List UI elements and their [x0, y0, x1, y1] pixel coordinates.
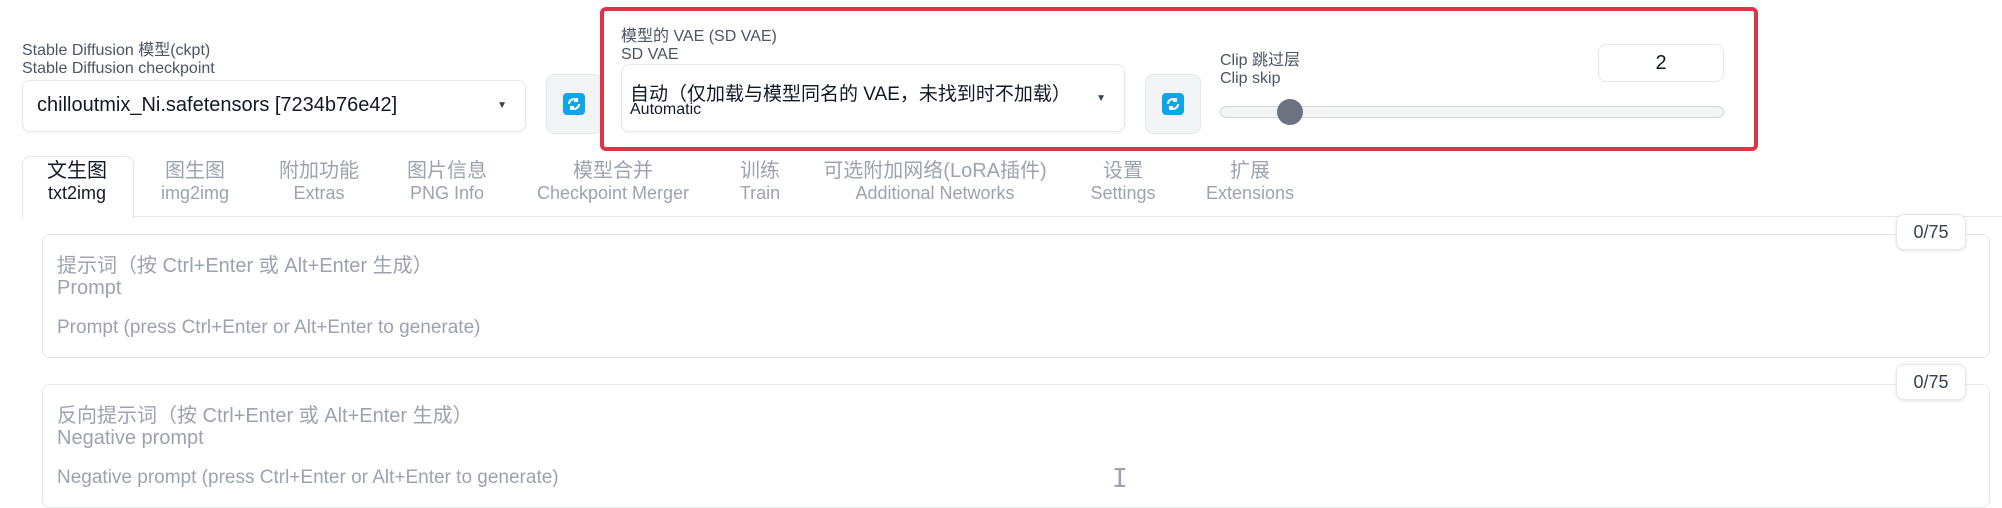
negative-prompt-textarea[interactable]: 反向提示词（按 Ctrl+Enter 或 Alt+Enter 生成） Negat… — [42, 384, 1990, 508]
prompt-textarea[interactable]: 提示词（按 Ctrl+Enter 或 Alt+Enter 生成） Prompt … — [42, 234, 1990, 358]
clip-skip-label-cn: Clip 跳过层 — [1220, 52, 1301, 69]
tab-txt2img[interactable]: 文生图 txt2img — [22, 160, 132, 216]
tab-label-cn: 训练 — [740, 160, 780, 182]
vae-label-en: SD VAE — [621, 46, 679, 63]
tab-label-en: Train — [739, 183, 781, 203]
tab-checkpoint-merger[interactable]: 模型合并 Checkpoint Merger — [520, 160, 706, 216]
tab-extras[interactable]: 附加功能 Extras — [262, 160, 376, 216]
tab-extensions[interactable]: 扩展 Extensions — [1196, 160, 1304, 216]
text-cursor-icon: I — [1112, 464, 1128, 494]
tab-label-en: PNG Info — [409, 183, 485, 203]
refresh-icon — [563, 93, 585, 115]
clip-skip-number-input[interactable]: 2 — [1598, 44, 1724, 82]
vae-refresh-button[interactable] — [1145, 74, 1201, 134]
tab-label-en: Settings — [1090, 183, 1156, 203]
vae-label-cn: 模型的 VAE (SD VAE) — [621, 28, 777, 45]
tab-png-info[interactable]: 图片信息 PNG Info — [388, 160, 506, 216]
tab-label-cn: 扩展 — [1230, 160, 1270, 182]
tab-label-en: Additional Networks — [855, 183, 1015, 203]
tab-label-cn: 附加功能 — [279, 160, 359, 182]
tab-label-en: Extensions — [1205, 183, 1295, 203]
tab-additional-networks[interactable]: 可选附加网络(LoRA插件) Additional Networks — [814, 160, 1056, 216]
tab-label-cn: 设置 — [1103, 160, 1143, 182]
chevron-down-icon: ▼ — [497, 100, 507, 111]
negative-prompt-placeholder: Negative prompt (press Ctrl+Enter or Alt… — [57, 467, 559, 488]
prompt-label-en: Prompt — [57, 277, 122, 299]
negative-prompt-label-cn: 反向提示词（按 Ctrl+Enter 或 Alt+Enter 生成） — [57, 405, 473, 427]
tab-label-en: Checkpoint Merger — [536, 183, 690, 203]
checkpoint-label-en: Stable Diffusion checkpoint — [22, 60, 215, 77]
tab-label-cn: 文生图 — [47, 160, 107, 182]
tab-label-cn: 图片信息 — [407, 160, 487, 182]
checkpoint-refresh-button[interactable] — [546, 74, 602, 134]
checkpoint-label-cn: Stable Diffusion 模型(ckpt) — [22, 42, 211, 59]
negative-prompt-label-en: Negative prompt — [57, 427, 204, 449]
tab-label-en: img2img — [160, 183, 230, 203]
tab-label-cn: 模型合并 — [573, 160, 653, 182]
prompt-placeholder: Prompt (press Ctrl+Enter or Alt+Enter to… — [57, 317, 481, 338]
tab-bar-divider — [132, 216, 2002, 217]
vae-value-en: Automatic — [630, 101, 702, 118]
prompt-token-counter: 0/75 — [1896, 214, 1966, 250]
tab-label-cn: 可选附加网络(LoRA插件) — [823, 160, 1047, 182]
chevron-down-icon: ▼ — [1096, 93, 1106, 104]
tab-train[interactable]: 训练 Train — [718, 160, 802, 216]
clip-skip-label-en: Clip skip — [1220, 70, 1281, 87]
checkpoint-dropdown[interactable]: chilloutmix_Ni.safetensors [7234b76e42] … — [22, 80, 526, 132]
refresh-icon — [1162, 93, 1184, 115]
tab-label-cn: 图生图 — [165, 160, 225, 182]
negative-prompt-token-counter: 0/75 — [1896, 364, 1966, 400]
tab-settings[interactable]: 设置 Settings — [1074, 160, 1172, 216]
checkpoint-value: chilloutmix_Ni.safetensors [7234b76e42] — [37, 94, 398, 116]
prompt-label-cn: 提示词（按 Ctrl+Enter 或 Alt+Enter 生成） — [57, 255, 433, 277]
tab-label-en: Extras — [293, 183, 345, 203]
tab-label-en: txt2img — [47, 183, 107, 203]
vae-dropdown[interactable]: 自动（仅加载与模型同名的 VAE，未找到时不加载） Automatic ▼ — [621, 64, 1125, 132]
tab-img2img[interactable]: 图生图 img2img — [140, 160, 250, 216]
